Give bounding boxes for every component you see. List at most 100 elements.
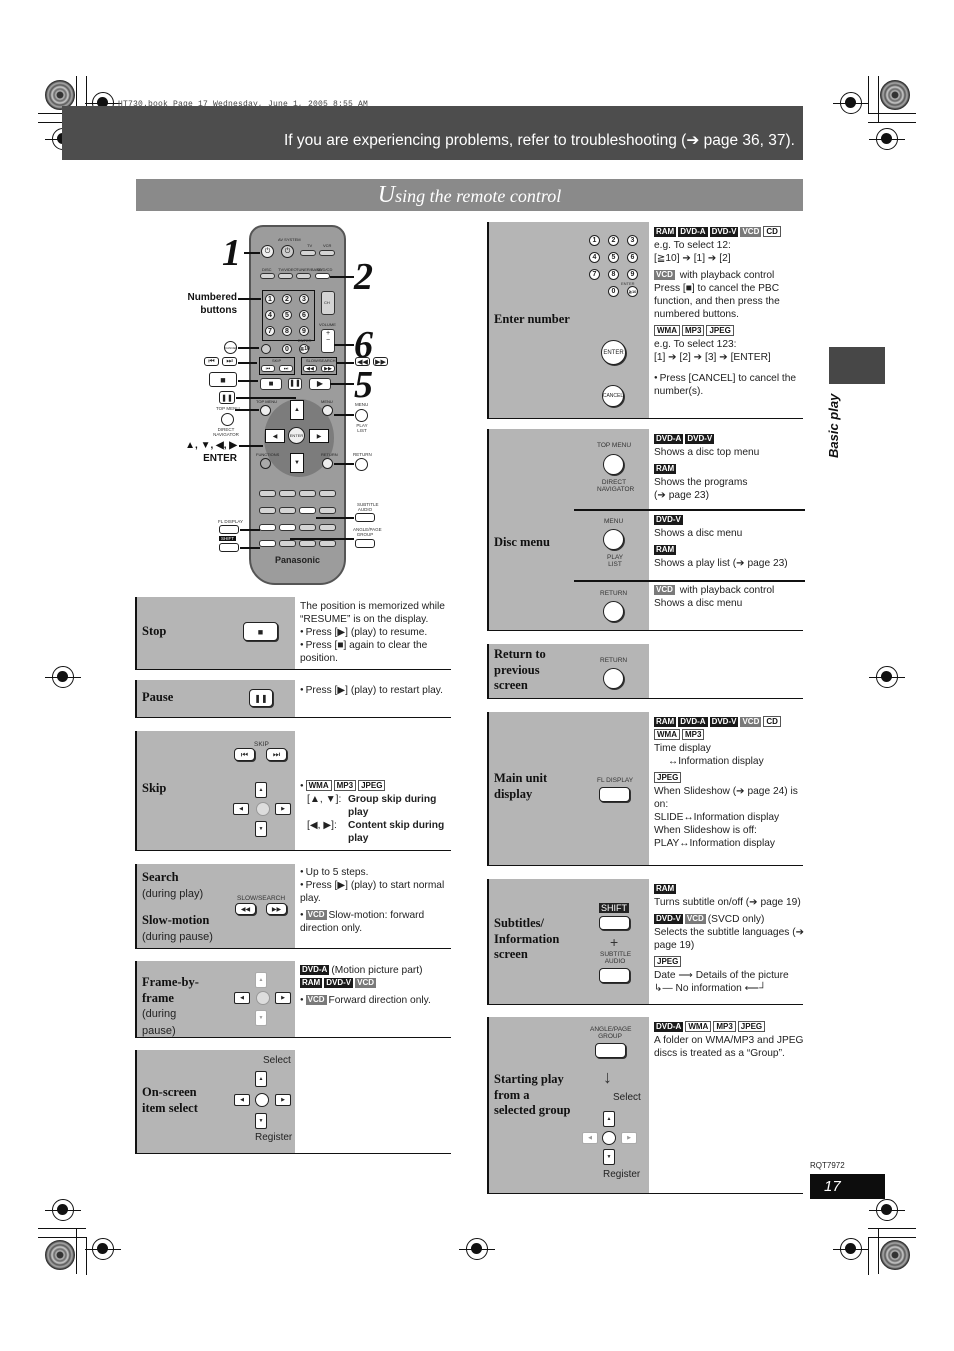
desc-line: e.g. To select 12: xyxy=(654,240,731,251)
down-arrow-icon: ▼ xyxy=(255,1113,267,1129)
troubleshooting-text[interactable]: If you are experiencing problems, refer … xyxy=(284,131,795,150)
left-button[interactable]: ◀ xyxy=(265,429,285,443)
play-button[interactable]: ▶ xyxy=(309,378,331,390)
leader-line xyxy=(238,362,257,364)
angle-page-remote-button[interactable] xyxy=(279,524,296,531)
num-3-button[interactable]: 3 xyxy=(299,294,309,304)
up-button[interactable]: ▲ xyxy=(290,400,304,420)
registration-rosette-icon xyxy=(880,1240,910,1270)
pause-button[interactable]: ❚❚ xyxy=(288,378,302,390)
setup-button[interactable] xyxy=(319,507,336,514)
sleep-button[interactable] xyxy=(259,507,276,514)
return-label: RETURN xyxy=(600,590,628,597)
format-tag: RAM xyxy=(654,227,677,237)
down-button[interactable]: ▼ xyxy=(290,453,304,473)
cancel-button[interactable] xyxy=(261,344,271,354)
format-tag: DVD-A xyxy=(654,434,684,444)
num-5-icon: 5 xyxy=(608,252,619,263)
crop-line xyxy=(868,113,916,114)
num-7-button[interactable]: 7 xyxy=(265,326,275,336)
menu-callout-label: MENU xyxy=(355,402,369,407)
zoom-button[interactable] xyxy=(279,507,296,514)
disc-button[interactable] xyxy=(260,273,275,279)
super-srnd-button[interactable] xyxy=(279,490,296,497)
crop-target-icon xyxy=(869,1199,905,1221)
register-label: Register xyxy=(603,1169,641,1180)
format-tag: MP3 xyxy=(682,729,705,740)
slow-motion-subtitle: (during pause) xyxy=(142,930,213,943)
volume-label: VOLUME xyxy=(319,322,336,327)
left-arrow-icon: ◀ xyxy=(233,803,249,815)
ten-plus-button[interactable]: ≧10 xyxy=(299,344,310,354)
tv-button[interactable] xyxy=(300,250,316,256)
num-4-button[interactable]: 4 xyxy=(265,310,275,320)
ten-plus-icon: ≧10 xyxy=(627,286,638,297)
main-unit-display-title: Main unit display xyxy=(494,771,548,801)
down-arrow-icon: ▼ xyxy=(255,821,267,837)
leader-line xyxy=(238,298,261,300)
right-button[interactable]: ▶ xyxy=(309,429,329,443)
test-button[interactable] xyxy=(319,540,336,547)
play-speed-button[interactable] xyxy=(299,540,316,547)
skip-keys: [▲, ▼]: xyxy=(307,794,342,805)
crop-target-icon xyxy=(833,1238,869,1260)
repeat-button[interactable] xyxy=(299,524,316,531)
desc-line: Selects the subtitle languages (➔ page 1… xyxy=(654,927,805,951)
subwoofer-level-button[interactable] xyxy=(259,490,276,497)
desc-line: ↳— No information ⟵┘ xyxy=(654,983,767,994)
top-menu-button[interactable] xyxy=(260,405,271,416)
stop-button[interactable]: ■ xyxy=(260,378,282,390)
functions-label: FUNCTIONS xyxy=(256,452,280,457)
search-fwd-button[interactable]: ▶▶ xyxy=(321,365,335,372)
num-6-button[interactable]: 6 xyxy=(299,310,309,320)
format-tag: VCD xyxy=(654,270,675,280)
on-screen-title: On-screen item select xyxy=(142,1085,198,1115)
crop-line xyxy=(868,122,916,123)
num-0-button[interactable]: 0 xyxy=(282,344,292,354)
vcr-button[interactable] xyxy=(319,250,335,256)
tuner-band-button[interactable] xyxy=(296,273,311,279)
menu-button[interactable] xyxy=(322,405,333,416)
enter-button[interactable]: ENTER xyxy=(288,427,305,444)
format-tag: VCD xyxy=(355,978,376,988)
num-3-icon: 3 xyxy=(627,235,638,246)
frame-by-frame-row: Frame-by-frame (during pause) ▲ ◀ ▶ ▼ DVD… xyxy=(135,961,451,1038)
shift-remote-button[interactable] xyxy=(259,540,276,547)
fl-display-remote-button[interactable] xyxy=(259,524,276,531)
skip-prev-callout: ⏮ xyxy=(204,357,219,366)
format-tag: VCD xyxy=(740,227,762,237)
play-mode-button[interactable] xyxy=(319,524,336,531)
av-enhancer-button[interactable] xyxy=(279,540,296,547)
num-5-button[interactable]: 5 xyxy=(282,310,292,320)
cd-mode-button[interactable] xyxy=(299,490,316,497)
frame-vcd-note: Forward direction only. xyxy=(328,995,431,1006)
stop-title: Stop xyxy=(142,624,167,638)
num-2-button[interactable]: 2 xyxy=(282,294,292,304)
crop-line xyxy=(868,76,869,114)
tv-video-button[interactable] xyxy=(278,273,293,279)
direct-navigator-label: DIRECT NAVIGATOR xyxy=(597,479,635,493)
desc-line: [1] ➔ [2] ➔ [3] ➔ [ENTER] xyxy=(654,352,771,363)
stop-callout: ■ xyxy=(209,372,237,387)
crop-target-icon xyxy=(85,1238,121,1260)
chapter-label: Basic play xyxy=(826,393,841,458)
search-fwd-callout: ▶▶ xyxy=(373,357,388,366)
num-8-button[interactable]: 8 xyxy=(282,326,292,336)
search-back-button[interactable]: ◀◀ xyxy=(303,365,317,372)
volume-rocker[interactable]: + − xyxy=(321,329,335,353)
subtitles-title: Subtitles/ Information screen xyxy=(494,916,560,961)
enter-number-row: Enter number 1 2 3 4 5 6 7 8 9 ENTER 0 ≧… xyxy=(487,222,803,419)
skip-prev-button[interactable]: ⏮ xyxy=(261,365,275,372)
return-button[interactable] xyxy=(322,458,333,469)
av-system-power-button[interactable]: ⏻ xyxy=(281,245,294,258)
power-button[interactable]: ⏻ xyxy=(261,245,274,258)
skip-next-button[interactable]: ⏭ xyxy=(279,365,293,372)
subtitle-audio-remote-button[interactable] xyxy=(299,507,316,514)
num-9-button[interactable]: 9 xyxy=(299,326,309,336)
dvd-cd-button[interactable] xyxy=(315,273,330,279)
re-ch-button[interactable] xyxy=(319,490,336,497)
functions-button[interactable] xyxy=(260,458,271,469)
num-1-button[interactable]: 1 xyxy=(265,294,275,304)
leader-line xyxy=(334,463,354,465)
desc-line: Shows a disc menu xyxy=(654,528,743,539)
